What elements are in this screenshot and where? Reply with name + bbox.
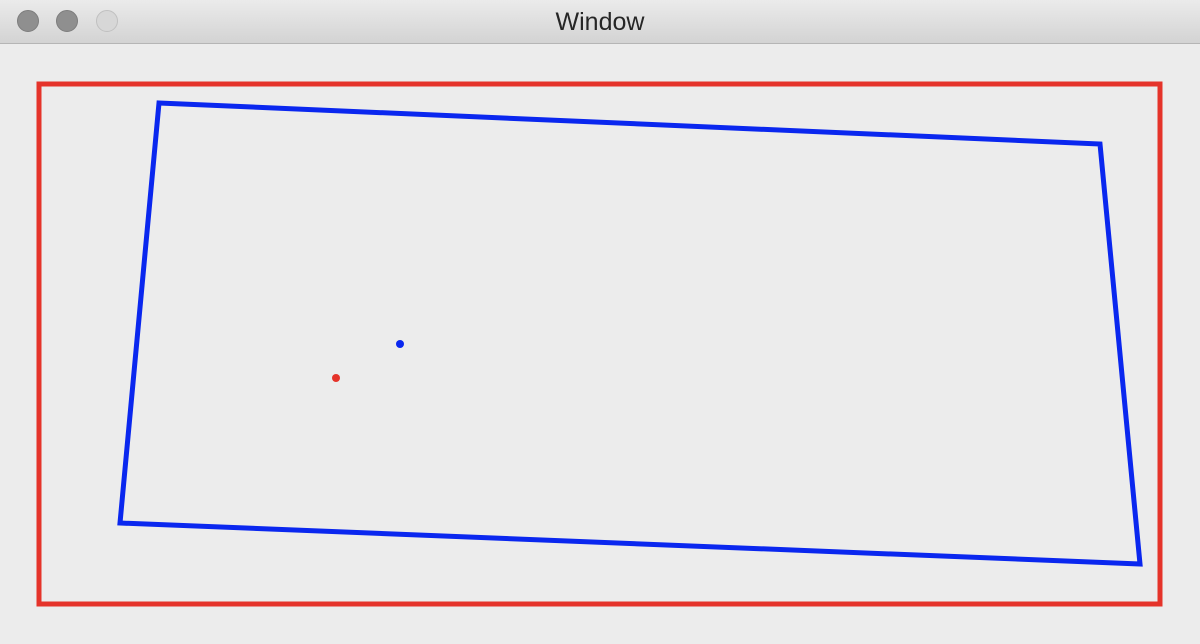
title-bar[interactable]: Window xyxy=(0,0,1200,44)
inner-quadrilateral xyxy=(117,100,1143,567)
drawing-canvas xyxy=(0,44,1200,644)
drawing-svg xyxy=(36,81,1163,607)
blue-point xyxy=(396,340,404,348)
app-window: Window xyxy=(0,0,1200,644)
red-point xyxy=(332,374,340,382)
window-title: Window xyxy=(555,8,645,36)
